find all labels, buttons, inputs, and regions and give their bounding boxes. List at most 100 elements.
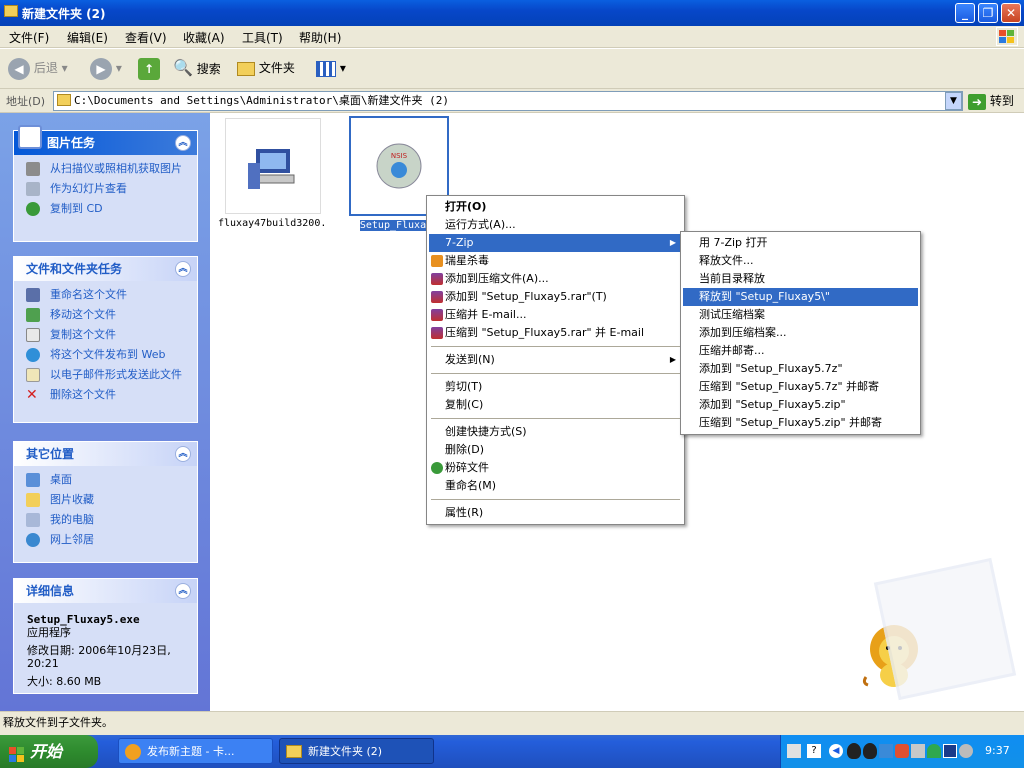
folder-icon [237, 61, 255, 76]
submenu-extract-here[interactable]: 当前目录释放 [683, 270, 918, 288]
submenu-add-to-zip[interactable]: 添加到 "Setup_Fluxay5.zip" [683, 396, 918, 414]
collapse-chevron-icon[interactable]: ︽ [175, 135, 191, 151]
task-scan-camera[interactable]: 从扫描仪或照相机获取图片 [14, 162, 197, 176]
menu-7zip[interactable]: 7-Zip ▶ [429, 234, 682, 252]
status-bar: 释放文件到子文件夹。 [0, 711, 1024, 735]
menu-compress-email[interactable]: 压缩并 E-mail... [429, 306, 682, 324]
submenu-arrow-icon: ▶ [669, 355, 676, 364]
menu-rising-antivirus[interactable]: 瑞星杀毒 [429, 252, 682, 270]
volume-icon[interactable] [959, 744, 973, 758]
task-move-file[interactable]: 移动这个文件 [14, 308, 197, 322]
go-button[interactable]: ➜ 转到 [968, 92, 1014, 110]
submenu-test-archive[interactable]: 测试压缩档案 [683, 306, 918, 324]
address-dropdown-button[interactable]: ▼ [945, 92, 962, 110]
place-network[interactable]: 网上邻居 [14, 533, 197, 547]
task-slideshow[interactable]: 作为幻灯片查看 [14, 182, 197, 196]
search-button[interactable]: 🔍 搜索 [173, 57, 221, 81]
picture-icon [18, 125, 42, 149]
folders-button[interactable]: 文件夹 [237, 57, 295, 81]
other-places-header[interactable]: 其它位置 ︽ [14, 442, 197, 466]
file-tasks-header[interactable]: 文件和文件夹任务 ︽ [14, 257, 197, 281]
menu-properties[interactable]: 属性(R) [429, 504, 682, 522]
address-label: 地址(D) [6, 95, 46, 108]
submenu-compress-7z-email[interactable]: 压缩到 "Setup_Fluxay5.7z" 并邮寄 [683, 378, 918, 396]
close-button[interactable]: ✕ [1001, 3, 1021, 23]
go-arrow-icon: ➜ [968, 93, 986, 110]
task-email-file[interactable]: 以电子邮件形式发送此文件 [14, 368, 197, 382]
minimize-button[interactable]: _ [955, 3, 975, 23]
folder-icon [57, 94, 71, 106]
menu-favorites[interactable]: 收藏(A) [183, 29, 225, 46]
collapse-chevron-icon[interactable]: ︽ [175, 583, 191, 599]
details-header[interactable]: 详细信息 ︽ [14, 579, 197, 603]
tray-expand-icon[interactable]: ◀ [829, 744, 843, 758]
rename-icon [26, 288, 40, 302]
antivirus-icon[interactable] [895, 744, 909, 758]
submenu-extract-to-folder[interactable]: 释放到 "Setup_Fluxay5\" [683, 288, 918, 306]
menu-copy[interactable]: 复制(C) [429, 396, 682, 414]
network-icon[interactable] [879, 744, 893, 758]
7zip-submenu: 用 7-Zip 打开 释放文件... 当前目录释放 释放到 "Setup_Flu… [680, 231, 921, 435]
place-desktop[interactable]: 桌面 [14, 473, 197, 487]
menu-view[interactable]: 查看(V) [125, 29, 167, 46]
place-my-computer[interactable]: 我的电脑 [14, 513, 197, 527]
menu-shred-file[interactable]: 粉碎文件 [429, 459, 682, 477]
help-icon[interactable]: ? [807, 744, 821, 758]
folder-icon [286, 745, 302, 758]
menu-help[interactable]: 帮助(H) [299, 29, 341, 46]
task-delete-file[interactable]: ✕ 删除这个文件 [14, 388, 197, 402]
task-copy-file[interactable]: 复制这个文件 [14, 328, 197, 342]
menu-send-to[interactable]: 发送到(N) ▶ [429, 351, 682, 369]
menu-compress-rar-email[interactable]: 压缩到 "Setup_Fluxay5.rar" 并 E-mail [429, 324, 682, 342]
clock[interactable]: 9:37 [985, 744, 1010, 757]
system-tray: ? ◀ 9:37 [780, 735, 1024, 768]
collapse-chevron-icon[interactable]: ︽ [175, 261, 191, 277]
qq-penguin-icon[interactable] [863, 743, 877, 759]
address-input[interactable]: C:\Documents and Settings\Administrator\… [53, 91, 963, 111]
umbrella-icon[interactable] [927, 744, 941, 758]
menu-add-to-rar[interactable]: 添加到 "Setup_Fluxay5.rar"(T) [429, 288, 682, 306]
menu-file[interactable]: 文件(F) [9, 29, 49, 46]
menu-tools[interactable]: 工具(T) [242, 29, 283, 46]
start-button[interactable]: 开始 [0, 735, 98, 768]
submenu-compress-email[interactable]: 压缩并邮寄... [683, 342, 918, 360]
maximize-button[interactable]: ❐ [978, 3, 998, 23]
menu-open[interactable]: 打开(O) [429, 198, 682, 216]
collapse-chevron-icon[interactable]: ︽ [175, 446, 191, 462]
browser-icon [125, 744, 141, 760]
menu-separator [431, 418, 680, 419]
menu-edit[interactable]: 编辑(E) [67, 29, 108, 46]
menu-add-to-archive[interactable]: 添加到压缩文件(A)... [429, 270, 682, 288]
desktop-icon [26, 473, 40, 487]
submenu-compress-zip-email[interactable]: 压缩到 "Setup_Fluxay5.zip" 并邮寄 [683, 414, 918, 432]
keyboard-icon[interactable] [787, 744, 801, 758]
task-rename-file[interactable]: 重命名这个文件 [14, 288, 197, 302]
qq-penguin-icon[interactable] [847, 743, 861, 759]
menu-delete[interactable]: 删除(D) [429, 441, 682, 459]
back-button[interactable]: ◀ 后退 ▾ [8, 57, 68, 81]
menu-run-as[interactable]: 运行方式(A)... [429, 216, 682, 234]
display-icon[interactable] [943, 744, 957, 758]
file-item-fluxay47[interactable]: fluxay47build3200... [218, 118, 328, 229]
monitor-icon[interactable] [911, 744, 925, 758]
picture-tasks-header[interactable]: 图片任务 ︽ [14, 125, 197, 155]
submenu-extract-files[interactable]: 释放文件... [683, 252, 918, 270]
task-publish-web[interactable]: 将这个文件发布到 Web [14, 348, 197, 362]
menu-rename[interactable]: 重命名(M) [429, 477, 682, 495]
submenu-add-to-7z[interactable]: 添加到 "Setup_Fluxay5.7z" [683, 360, 918, 378]
views-button[interactable]: ▾ [316, 57, 346, 81]
menu-bar: 文件(F) 编辑(E) 查看(V) 收藏(A) 工具(T) 帮助(H) [0, 26, 1024, 48]
submenu-arrow-icon: ▶ [669, 238, 676, 247]
submenu-add-to-archive[interactable]: 添加到压缩档案... [683, 324, 918, 342]
up-folder-button[interactable]: ↑ [138, 57, 160, 81]
task-copy-to-cd[interactable]: 复制到 CD [14, 202, 197, 216]
up-folder-icon: ↑ [138, 57, 160, 80]
submenu-open-with-7zip[interactable]: 用 7-Zip 打开 [683, 234, 918, 252]
forward-button[interactable]: ▶ ▾ [90, 57, 122, 81]
taskbar-task-folder[interactable]: 新建文件夹 (2) [279, 738, 434, 764]
installer-icon [225, 118, 321, 214]
place-my-pictures[interactable]: 图片收藏 [14, 493, 197, 507]
menu-cut[interactable]: 剪切(T) [429, 378, 682, 396]
menu-create-shortcut[interactable]: 创建快捷方式(S) [429, 423, 682, 441]
taskbar-task-browser[interactable]: 发布新主题 - 卡... [118, 738, 273, 764]
